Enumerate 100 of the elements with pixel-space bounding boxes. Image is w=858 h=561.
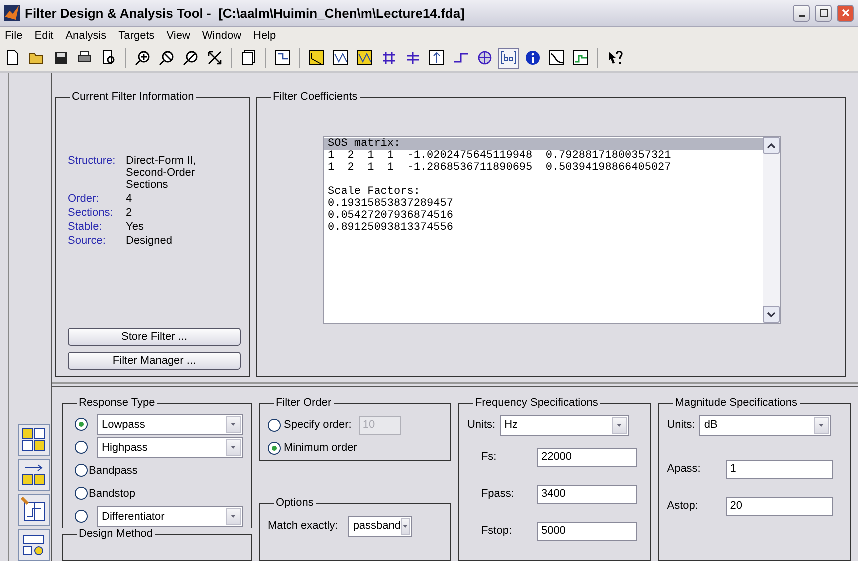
caret-icon [231,515,236,518]
input-field[interactable]: 1 [726,460,834,478]
caret-icon [231,446,236,449]
coefficients-text-area[interactable]: SOS matrix: 1 2 1 1 -1.0202475645119948 0.79288171800357321 1 2 1 1 -1.2868536711890695 0.50394198866405027 Scale Factors: 0.19315853837289457 0.05427207936874516 0.89125093813374556 [323,136,781,324]
radio-button[interactable] [75,418,88,431]
radio-label: Bandpass [89,464,138,476]
phase-delay-icon [404,50,420,66]
menu-item[interactable]: Edit [34,30,54,42]
menu-item[interactable]: View [166,30,190,42]
plot-icon [332,50,348,66]
plot-icon [308,50,324,66]
coefficient-line: Scale Factors: [327,186,422,198]
match-dropdown[interactable]: passband [348,516,412,536]
magnifier-icon [182,50,198,66]
sidebar-button[interactable] [18,459,50,491]
group-title: Frequency Specifications [474,397,600,409]
impulse-icon [428,50,444,66]
caret-icon [231,423,236,426]
radio-label: Minimum order [284,442,358,454]
response-dropdown[interactable]: Lowpass [97,414,243,435]
radio-button[interactable] [268,442,281,454]
scroll-up-icon [767,142,776,148]
menu-item[interactable]: Analysis [66,30,107,42]
group-delay-icon [380,50,396,66]
maximize-button[interactable] [815,4,832,22]
scroll-bar[interactable] [763,137,780,323]
group-title: Design Method [78,528,154,540]
field-label: Astop: [667,500,700,512]
menu-item[interactable]: File [5,30,23,42]
sidebar-button[interactable] [18,424,50,456]
units-label: Units: [667,419,696,431]
app-logo-icon [4,5,20,21]
input-field[interactable]: 5000 [537,522,638,540]
coefficient-line: 0.89125093813374556 [327,222,454,234]
menu-item[interactable]: Window [202,30,242,42]
info-label: Order: [68,193,100,205]
filter-button[interactable]: Filter Manager ... [68,352,241,370]
units-dropdown[interactable]: dB [699,414,832,436]
caret-icon [819,424,824,426]
zoom-in-icon [134,50,150,66]
print-preview-icon [100,50,116,66]
radio-button[interactable] [75,441,88,454]
coefficient-line: 0.05427207936874516 [327,210,454,222]
field-label: Fpass: [481,488,516,500]
info-value: 2 [126,207,134,219]
input-field[interactable]: 22000 [537,448,638,466]
menu-item[interactable]: Help [254,30,276,42]
field-label: Fstop: [481,525,514,537]
group-title: Response Type [78,397,156,409]
caret-icon [403,524,408,528]
group-title: Filter Order [275,397,333,409]
info-value: Designed [126,235,174,247]
scroll-down-button[interactable] [763,306,780,323]
info-label: Sections: [68,207,114,219]
field-label: Fs: [481,451,498,463]
window-icon [240,50,256,66]
plot-icon [548,50,564,66]
info-icon [524,50,540,66]
minimize-button[interactable] [793,4,810,22]
radio-button[interactable] [75,487,88,500]
new-file-icon [4,50,20,66]
help-icon [606,50,622,66]
radio-label: Bandstop [89,488,136,500]
radio-button[interactable] [75,464,88,477]
block-diagram-icon [21,427,47,453]
filter-button[interactable]: Store Filter ... [68,328,241,346]
pole-zero-icon [476,50,492,66]
scroll-down-icon [767,312,776,318]
save-icon [52,50,68,66]
group-title: Filter Coefficients [272,91,359,103]
info-label: Stable: [68,221,104,233]
maximize-icon [820,9,828,17]
match-label: Match exactly: [268,520,338,532]
field-label: Apass: [667,463,702,475]
group-title: Current Filter Information [71,91,196,103]
input-field[interactable]: 20 [726,496,834,516]
pencil-chart-icon [21,497,47,523]
magnifier-icon [158,50,174,66]
toolbar-button[interactable] [498,48,519,68]
window-title: Filter Design & Analysis Tool - [C:\aalm\Huimin_Chen\m\Lecture14.fda] [25,6,466,20]
close-icon [842,9,850,17]
coefficient-line: 1 2 1 1 -1.2868536711890695 0.50394198866405027 [327,162,672,174]
menu-item[interactable]: Targets [118,30,155,42]
sidebar-button[interactable] [18,494,50,526]
arrow-blocks-icon [21,462,47,488]
sidebar-button[interactable] [18,529,50,561]
info-value: Yes [126,221,145,233]
group-title: Magnitude Specifications [674,397,799,409]
coefficients-icon [500,50,516,66]
coefficient-line: 0.19315853837289457 [327,198,454,210]
scroll-up-button[interactable] [763,137,780,154]
plot-icon [356,50,372,66]
close-button[interactable] [837,4,854,22]
coefficient-line: 1 2 1 1 -1.0202475645119948 0.79288171800357321 [327,150,672,162]
response-dropdown[interactable]: Highpass [97,437,243,458]
units-dropdown[interactable]: Hz [500,414,629,436]
input-field[interactable]: 3400 [537,484,638,504]
radio-button[interactable] [75,510,88,523]
response-dropdown[interactable]: Differentiator [97,506,243,527]
group-title: Options [275,497,315,509]
